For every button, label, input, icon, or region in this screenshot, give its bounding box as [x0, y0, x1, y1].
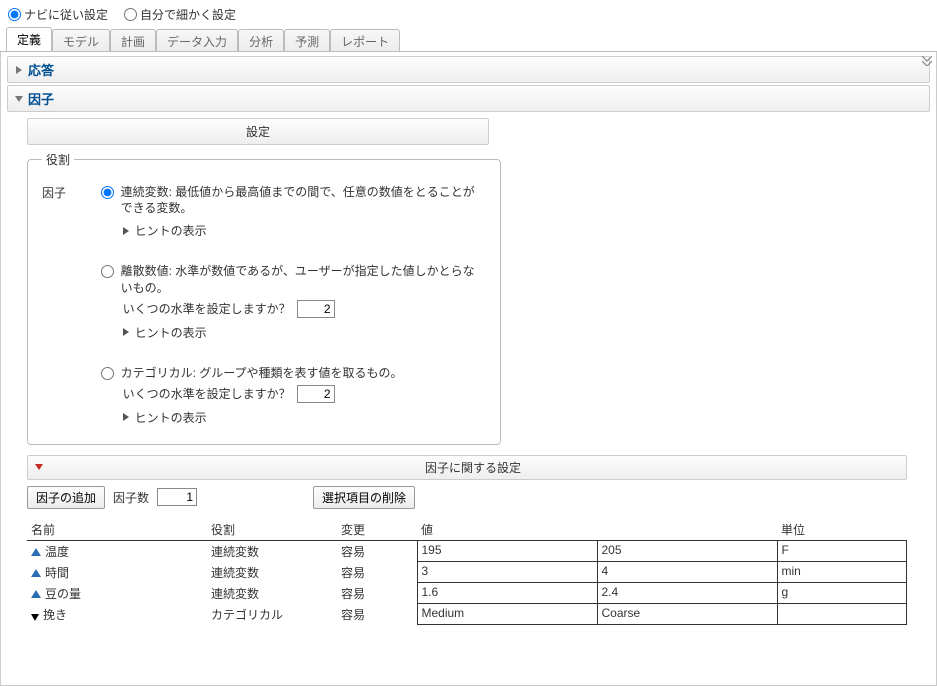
hint-label: ヒントの表示 [135, 222, 207, 239]
cell-value-2[interactable]: 205 [597, 540, 777, 562]
roles-legend: 役割 [42, 151, 74, 168]
cell-value-1[interactable]: 3 [417, 562, 597, 583]
add-factor-button[interactable]: 因子の追加 [27, 486, 105, 509]
role-continuous-hint[interactable]: ヒントの表示 [123, 222, 486, 239]
section-response-header[interactable]: 応答 [7, 56, 930, 83]
cell-value-1[interactable]: 1.6 [417, 583, 597, 604]
cell-name[interactable]: 挽き [27, 604, 207, 625]
delete-selection-button[interactable]: 選択項目の削除 [313, 486, 415, 509]
tab-predict[interactable]: 予測 [284, 29, 330, 51]
table-row[interactable]: 時間連続変数容易34min [27, 562, 907, 583]
role-discrete-hint[interactable]: ヒントの表示 [123, 324, 486, 341]
section-factor-title: 因子 [28, 89, 54, 108]
cell-name[interactable]: 温度 [27, 540, 207, 562]
table-row[interactable]: 豆の量連続変数容易1.62.4g [27, 583, 907, 604]
role-option-discrete: 離散数値: 水準が数値であるが、ユーザーが指定した値しかとらないもの。 いくつの… [101, 263, 486, 340]
cell-change[interactable]: 容易 [337, 604, 417, 625]
tab-definition[interactable]: 定義 [6, 27, 52, 51]
cell-unit[interactable] [777, 604, 907, 625]
tab-analysis[interactable]: 分析 [238, 29, 284, 51]
role-categorical-hint[interactable]: ヒントの表示 [123, 409, 486, 426]
panel-collapse-icon[interactable] [922, 56, 932, 66]
factors-table: 名前 役割 変更 値 単位 温度連続変数容易195205F時間連続変数容易34m… [27, 519, 907, 626]
col-value[interactable]: 値 [417, 519, 777, 541]
cell-change[interactable]: 容易 [337, 540, 417, 562]
factors-header-row: 名前 役割 変更 値 単位 [27, 519, 907, 541]
cell-change[interactable]: 容易 [337, 562, 417, 583]
cell-role[interactable]: 連続変数 [207, 562, 337, 583]
chevron-right-icon [14, 65, 24, 75]
cell-change[interactable]: 容易 [337, 583, 417, 604]
factor-count-input[interactable] [157, 488, 197, 506]
cell-role[interactable]: カテゴリカル [207, 604, 337, 625]
continuous-marker-icon [31, 548, 41, 556]
continuous-marker-icon [31, 569, 41, 577]
col-unit[interactable]: 単位 [777, 519, 907, 541]
categorical-levels-input[interactable] [297, 385, 335, 403]
col-role[interactable]: 役割 [207, 519, 337, 541]
tab-plan[interactable]: 計画 [110, 29, 156, 51]
cell-value-1[interactable]: 195 [417, 540, 597, 562]
hint-label: ヒントの表示 [135, 409, 207, 426]
chevron-down-icon [14, 94, 24, 104]
chevron-right-icon [123, 413, 129, 421]
mode-manual-radio[interactable]: 自分で細かく設定 [124, 6, 236, 23]
role-categorical-radio[interactable] [101, 367, 114, 380]
settings-header-label: 設定 [246, 125, 270, 139]
mode-navi-label: ナビに従い設定 [24, 6, 108, 23]
role-discrete-radio[interactable] [101, 265, 114, 278]
factors-panel-title: 因子に関する設定 [46, 459, 900, 476]
chevron-right-icon [123, 328, 129, 336]
categorical-levels-prompt: いくつの水準を設定しますか？ [123, 385, 291, 402]
categorical-marker-icon [31, 614, 39, 621]
tab-report[interactable]: レポート [330, 29, 400, 51]
section-response-title: 応答 [28, 60, 54, 79]
hint-label: ヒントの表示 [135, 324, 207, 341]
discrete-levels-input[interactable] [297, 300, 335, 318]
factors-panel-header: 因子に関する設定 [27, 455, 907, 480]
chevron-right-icon [123, 227, 129, 235]
col-name[interactable]: 名前 [27, 519, 207, 541]
role-continuous-desc: 連続変数: 最低値から最高値までの間で、任意の数値をとることができる変数。 [121, 184, 486, 216]
roles-fieldset: 役割 因子 連続変数: 最低値から最高値までの間で、任意の数値をとることができる… [27, 151, 501, 445]
tab-data[interactable]: データ入力 [156, 29, 238, 51]
continuous-marker-icon [31, 590, 41, 598]
cell-value-1[interactable]: Medium [417, 604, 597, 625]
role-option-categorical: カテゴリカル: グループや種類を表す値を取るもの。 いくつの水準を設定しますか？… [101, 365, 486, 426]
section-factor-header[interactable]: 因子 [7, 85, 930, 112]
mode-manual-input[interactable] [124, 8, 137, 21]
factor-count-label: 因子数 [113, 489, 149, 506]
settings-header: 設定 [27, 118, 489, 145]
mode-navi-radio[interactable]: ナビに従い設定 [8, 6, 108, 23]
discrete-levels-prompt: いくつの水準を設定しますか？ [123, 300, 291, 317]
cell-value-2[interactable]: 2.4 [597, 583, 777, 604]
role-continuous-radio[interactable] [101, 186, 114, 199]
cell-name[interactable]: 豆の量 [27, 583, 207, 604]
role-discrete-desc: 離散数値: 水準が数値であるが、ユーザーが指定した値しかとらないもの。 [121, 263, 486, 295]
col-change[interactable]: 変更 [337, 519, 417, 541]
table-row[interactable]: 温度連続変数容易195205F [27, 540, 907, 562]
mode-manual-label: 自分で細かく設定 [140, 6, 236, 23]
tab-model[interactable]: モデル [52, 29, 110, 51]
tabs-bar: 定義 モデル 計画 データ入力 分析 予測 レポート [0, 27, 937, 52]
red-triangle-icon[interactable] [34, 462, 44, 472]
role-option-continuous: 連続変数: 最低値から最高値までの間で、任意の数値をとることができる変数。 ヒン… [101, 184, 486, 239]
cell-role[interactable]: 連続変数 [207, 583, 337, 604]
cell-value-2[interactable]: Coarse [597, 604, 777, 625]
cell-unit[interactable]: F [777, 540, 907, 562]
roles-row-label: 因子 [42, 184, 77, 201]
mode-navi-input[interactable] [8, 8, 21, 21]
cell-unit[interactable]: g [777, 583, 907, 604]
table-row[interactable]: 挽きカテゴリカル容易MediumCoarse [27, 604, 907, 625]
cell-unit[interactable]: min [777, 562, 907, 583]
cell-name[interactable]: 時間 [27, 562, 207, 583]
cell-role[interactable]: 連続変数 [207, 540, 337, 562]
cell-value-2[interactable]: 4 [597, 562, 777, 583]
role-categorical-desc: カテゴリカル: グループや種類を表す値を取るもの。 [121, 365, 403, 381]
